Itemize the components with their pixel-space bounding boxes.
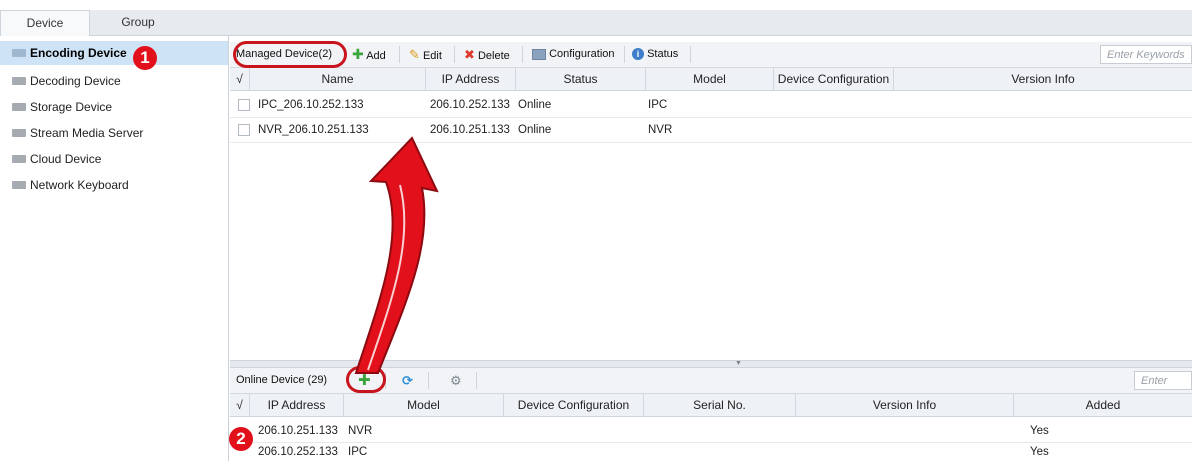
top-strip — [0, 0, 1192, 10]
device-ip: 206.10.252.133 — [258, 446, 338, 458]
splitter-arrow-icon: ▼ — [735, 360, 742, 367]
device-name: NVR_206.10.251.133 — [258, 124, 369, 136]
managed-table-header: √ Name IP Address Status Model Device Co… — [230, 68, 1192, 91]
storage-device-icon — [12, 103, 26, 111]
encoding-device-icon — [12, 49, 26, 57]
model-column-header[interactable]: Model — [344, 394, 504, 416]
device-model: NVR — [348, 425, 373, 437]
online-device-title: Online Device (29) — [236, 374, 328, 386]
device-status: Online — [518, 99, 552, 111]
managed-search-input[interactable]: Enter Keywords — [1100, 45, 1192, 64]
configuration-button[interactable]: Configuration — [532, 42, 615, 67]
device-model: NVR — [648, 124, 673, 136]
edit-button[interactable]: ✎ Edit — [409, 42, 442, 67]
table-row[interactable]: NVR_206.10.251.133 206.10.251.133 Online… — [230, 118, 1192, 143]
sidebar-item-label: Network Keyboard — [30, 178, 129, 192]
select-all-header[interactable]: √ — [230, 68, 250, 90]
device-configuration-column-header[interactable]: Device Configuration — [774, 68, 894, 90]
table-row[interactable]: IPC_206.10.252.133 206.10.252.133 Online… — [230, 93, 1192, 118]
step-1-marker: 1 — [133, 46, 157, 70]
toolbar-separator — [522, 46, 523, 63]
keyboard-icon — [12, 181, 26, 189]
toolbar-separator — [399, 46, 400, 63]
tab-group[interactable]: Group — [88, 10, 188, 35]
device-model: IPC — [348, 446, 368, 458]
server-icon — [12, 129, 26, 137]
device-name: IPC_206.10.252.133 — [258, 99, 364, 111]
configuration-label: Configuration — [549, 48, 615, 60]
refresh-button[interactable]: ⟳ — [402, 368, 413, 393]
device-ip: 206.10.252.133 — [430, 99, 510, 111]
device-configuration-column-header[interactable]: Device Configuration — [504, 394, 644, 416]
sidebar-item-encoding-device[interactable]: Encoding Device — [0, 41, 228, 65]
add-icon: ✚ — [352, 46, 364, 62]
step-2-marker: 2 — [229, 427, 253, 451]
sidebar-item-stream-media-server[interactable]: Stream Media Server — [0, 121, 228, 145]
device-status: Online — [518, 124, 552, 136]
added-column-header[interactable]: Added — [1014, 394, 1192, 416]
edit-label: Edit — [422, 50, 442, 62]
toolbar-separator — [624, 46, 625, 63]
ip-column-header[interactable]: IP Address — [426, 68, 516, 90]
sidebar-item-cloud-device[interactable]: Cloud Device — [0, 147, 228, 171]
sidebar-item-label: Stream Media Server — [30, 126, 144, 140]
toolbar-separator — [454, 46, 455, 63]
managed-device-highlight — [233, 41, 347, 68]
add-button-highlight — [346, 366, 386, 393]
sidebar-item-network-keyboard[interactable]: Network Keyboard — [0, 173, 228, 197]
managed-device-toolbar: Managed Device(2) ✚ Add ✎ Edit ✖ Delete … — [230, 42, 1192, 68]
monitor-icon — [532, 48, 546, 60]
sidebar-item-decoding-device[interactable]: Decoding Device — [0, 69, 228, 93]
online-search-input[interactable]: Enter Keyw — [1134, 371, 1192, 406]
filter-settings-button[interactable]: ⚙ — [450, 368, 462, 393]
version-info-column-header[interactable]: Version Info — [796, 394, 1014, 416]
toolbar-separator — [476, 372, 477, 389]
device-added: Yes — [1030, 425, 1049, 437]
decoding-device-icon — [12, 77, 26, 85]
sidebar-item-label: Cloud Device — [30, 152, 102, 166]
cloud-device-icon — [12, 155, 26, 163]
toolbar-separator — [690, 46, 691, 63]
online-table-header: √ IP Address Model Device Configuration … — [230, 394, 1192, 417]
version-info-column-header[interactable]: Version Info — [894, 68, 1192, 90]
curved-arrow-shape — [354, 136, 439, 374]
add-button[interactable]: ✚ Add — [352, 42, 386, 67]
status-column-header[interactable]: Status — [516, 68, 646, 90]
select-all-header[interactable]: √ — [230, 394, 250, 416]
device-model: IPC — [648, 99, 668, 111]
sidebar-item-label: Storage Device — [30, 100, 113, 114]
delete-icon: ✖ — [464, 47, 475, 62]
status-button[interactable]: i Status — [632, 42, 678, 67]
info-icon: i — [632, 48, 644, 61]
gear-icon: ⚙ — [450, 373, 462, 388]
curved-arrow-highlight — [367, 184, 406, 371]
table-row[interactable]: 206.10.251.133 NVR Yes — [230, 420, 1192, 443]
sidebar-item-label: Encoding Device — [30, 46, 127, 60]
device-type-sidebar: Encoding Device Decoding Device Storage … — [0, 36, 229, 461]
table-row[interactable]: 206.10.252.133 IPC Yes — [230, 443, 1192, 461]
row-checkbox[interactable] — [238, 99, 250, 111]
sidebar-item-storage-device[interactable]: Storage Device — [0, 95, 228, 119]
toolbar-separator — [428, 372, 429, 389]
delete-button[interactable]: ✖ Delete — [464, 42, 510, 67]
device-ip: 206.10.251.133 — [258, 425, 338, 437]
status-label: Status — [647, 48, 679, 60]
refresh-icon: ⟳ — [402, 373, 413, 388]
device-ip: 206.10.251.133 — [430, 124, 510, 136]
name-column-header[interactable]: Name — [250, 68, 426, 90]
pencil-icon: ✎ — [409, 47, 420, 62]
delete-label: Delete — [477, 50, 510, 62]
tab-device[interactable]: Device — [0, 10, 90, 36]
model-column-header[interactable]: Model — [646, 68, 774, 90]
row-checkbox[interactable] — [238, 124, 250, 136]
serial-no-column-header[interactable]: Serial No. — [644, 394, 796, 416]
sidebar-item-label: Decoding Device — [30, 74, 121, 88]
main-tab-bar: Device Group — [0, 10, 1192, 36]
add-label: Add — [366, 50, 386, 62]
ip-column-header[interactable]: IP Address — [250, 394, 344, 416]
device-added: Yes — [1030, 446, 1049, 458]
